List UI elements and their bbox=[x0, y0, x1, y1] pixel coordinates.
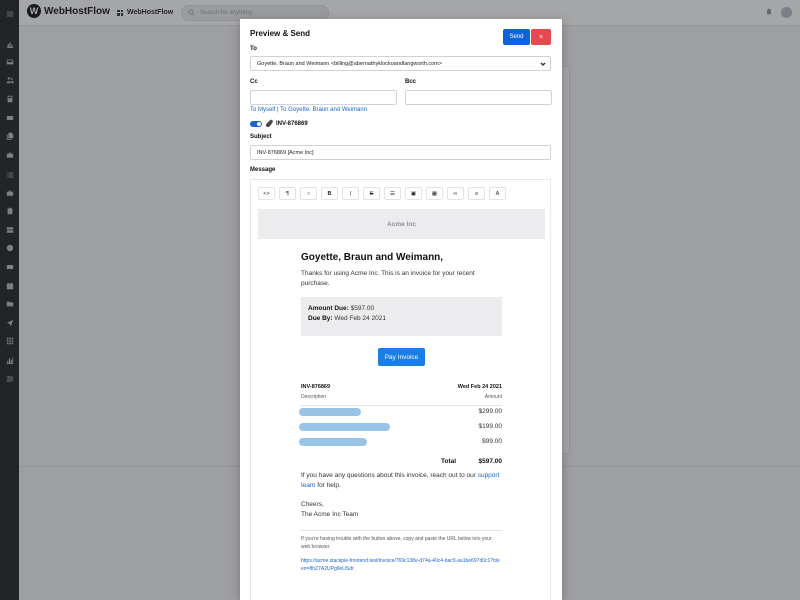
to-myself-link[interactable]: To Myself bbox=[250, 107, 275, 113]
subject-label: Subject bbox=[250, 134, 272, 140]
attach-invoice-toggle[interactable] bbox=[250, 121, 262, 127]
email-greeting: Goyette, Braun and Weimann, bbox=[301, 252, 444, 263]
col-amount: Amount bbox=[484, 394, 502, 400]
table-icon[interactable]: ▦ bbox=[426, 187, 443, 200]
attachment-name: INV-876869 bbox=[276, 121, 308, 127]
subject-field[interactable]: INV-876869 [Acme Inc] bbox=[250, 145, 551, 160]
close-button[interactable]: × bbox=[531, 29, 551, 45]
line-item-description-redacted bbox=[299, 408, 361, 416]
list-icon[interactable]: ☰ bbox=[384, 187, 401, 200]
pay-invoice-button[interactable]: Pay Invoice bbox=[378, 348, 425, 366]
line-item-amount: $299.00 bbox=[478, 408, 503, 415]
bold-icon[interactable]: B bbox=[321, 187, 338, 200]
email-signoff: Cheers, The Acme Inc Team bbox=[301, 500, 502, 520]
email-intro: Thanks for using Acme Inc. This is an in… bbox=[301, 270, 475, 287]
text-style-icon[interactable]: A bbox=[489, 187, 506, 200]
to-label: To bbox=[250, 46, 257, 52]
link-icon[interactable]: ∞ bbox=[447, 187, 464, 200]
line-item-description-redacted bbox=[299, 423, 390, 431]
fine-print-rule bbox=[301, 530, 502, 531]
italic-icon[interactable]: I bbox=[342, 187, 359, 200]
to-select-value: Goyette, Braun and Weimann <billing@aber… bbox=[257, 60, 442, 67]
signoff-line-1: Cheers, bbox=[301, 501, 324, 508]
line-item-amount: $99.00 bbox=[482, 438, 502, 445]
bcc-label: Bcc bbox=[405, 79, 417, 85]
image-icon[interactable]: ▣ bbox=[405, 187, 422, 200]
strikethrough-icon[interactable]: S bbox=[363, 187, 380, 200]
total-value: $597.00 bbox=[478, 458, 503, 465]
align-icon[interactable]: ≡ bbox=[468, 187, 485, 200]
color-icon[interactable]: ○ bbox=[300, 187, 317, 200]
due-by-label: Due By: bbox=[308, 315, 333, 322]
line-item: $199.00 bbox=[299, 423, 502, 431]
paperclip-icon bbox=[265, 119, 274, 128]
invoice-table-rule bbox=[301, 405, 502, 406]
support-help-text: If you have any questions about this inv… bbox=[301, 471, 502, 491]
signoff-line-2: The Acme Inc Team bbox=[301, 511, 359, 518]
editor-toolbar: <> ¶ ○ B I S ☰ ▣ ▦ ∞ ≡ A bbox=[258, 187, 506, 201]
line-item-description-redacted bbox=[299, 438, 367, 446]
cc-field[interactable] bbox=[250, 90, 397, 105]
to-select[interactable]: Goyette, Braun and Weimann <billing@aber… bbox=[250, 56, 551, 71]
chevron-down-icon bbox=[540, 61, 546, 67]
send-button[interactable]: Send bbox=[503, 29, 530, 45]
invoice-url-link[interactable]: https://acme.stackpie-frontend.test/invo… bbox=[301, 557, 502, 573]
help-text-post: for help. bbox=[315, 482, 341, 489]
amount-due-value: $597.00 bbox=[350, 305, 375, 312]
invoice-date: Wed Feb 24 2021 bbox=[457, 384, 502, 390]
message-editor[interactable]: <> ¶ ○ B I S ☰ ▣ ▦ ∞ ≡ A Acme Inc Goyette, Braun an… bbox=[250, 179, 551, 600]
due-by-value: Wed Feb 24 2021 bbox=[334, 315, 386, 322]
preview-send-modal: Preview & Send Send × To Goyette, Braun … bbox=[240, 19, 562, 600]
quick-recipient-links: To Myself | To Goyette, Braun and Weiman… bbox=[250, 107, 367, 113]
amount-due-box: Amount Due: $597.00 Due By: Wed Feb 24 2… bbox=[301, 297, 502, 336]
invoice-number: INV-876869 bbox=[301, 384, 331, 390]
cc-label: Cc bbox=[250, 79, 258, 85]
help-text-pre: If you have any questions about this inv… bbox=[301, 472, 478, 479]
to-client-link[interactable]: To Goyette, Braun and Weimann bbox=[280, 107, 367, 113]
line-item: $299.00 bbox=[299, 408, 502, 416]
message-label: Message bbox=[250, 167, 276, 173]
paragraph-icon[interactable]: ¶ bbox=[279, 187, 296, 200]
amount-due-label: Amount Due: bbox=[308, 305, 349, 312]
code-view-icon[interactable]: <> bbox=[258, 187, 275, 200]
fine-print: If you're having trouble with the button… bbox=[301, 536, 492, 550]
invoice-table-header: INV-876869 Wed Feb 24 2021 Description Amo… bbox=[301, 384, 502, 400]
email-brand-header: Acme Inc bbox=[258, 209, 545, 239]
bcc-field[interactable] bbox=[405, 90, 552, 105]
line-item: $99.00 bbox=[299, 438, 502, 446]
email-body-intro: Goyette, Braun and Weimann, Thanks for u… bbox=[301, 252, 502, 289]
total-label: Total bbox=[441, 458, 457, 465]
col-description: Description bbox=[301, 394, 327, 400]
line-item-amount: $199.00 bbox=[478, 423, 503, 430]
modal-title: Preview & Send bbox=[250, 29, 311, 38]
